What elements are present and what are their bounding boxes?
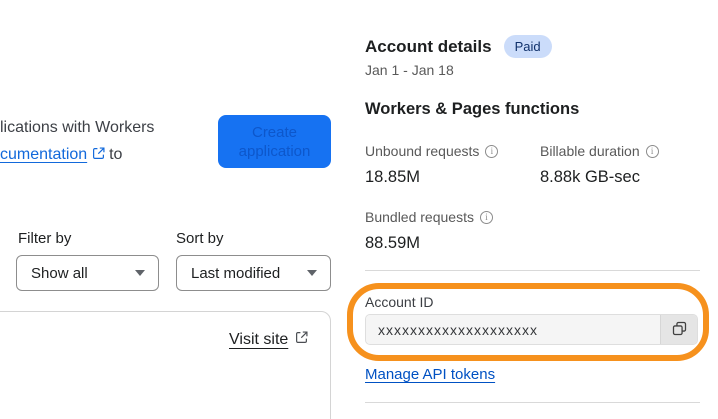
visit-site-link[interactable]: Visit site xyxy=(229,331,288,349)
copy-icon xyxy=(672,321,687,339)
billing-date-range: Jan 1 - Jan 18 xyxy=(365,62,454,78)
workers-pages-dashboard: lications with Workers cumentation to Cr… xyxy=(0,0,718,419)
divider xyxy=(365,270,700,271)
stat-value: 8.88k GB-sec xyxy=(540,168,640,186)
manage-api-tokens-link[interactable]: Manage API tokens xyxy=(365,366,495,383)
create-application-button[interactable]: Create application xyxy=(218,115,331,168)
intro-text-fragment: lications with Workers xyxy=(0,119,155,136)
stat-label: Bundled requests xyxy=(365,209,474,225)
external-link-icon xyxy=(92,142,105,169)
info-circle-icon[interactable]: i xyxy=(645,144,659,158)
sort-dropdown[interactable]: Last modified xyxy=(176,255,331,291)
filter-dropdown-value: Show all xyxy=(31,264,88,282)
account-id-group xyxy=(365,314,698,345)
intro-text: lications with Workers cumentation to xyxy=(0,114,154,169)
info-circle-icon[interactable]: i xyxy=(485,144,499,158)
filter-by-label: Filter by xyxy=(18,230,72,247)
divider xyxy=(365,402,700,403)
visit-site-row: Visit site xyxy=(229,331,308,349)
stat-label-row: Unbound requests i xyxy=(365,143,499,159)
stat-label-row: Billable duration i xyxy=(540,143,659,159)
stat-value: 18.85M xyxy=(365,168,421,186)
documentation-link[interactable]: cumentation xyxy=(0,146,87,163)
plan-badge: Paid xyxy=(503,35,552,58)
stat-value: 88.59M xyxy=(365,234,421,252)
functions-section-title: Workers & Pages functions xyxy=(365,100,580,118)
account-id-label: Account ID xyxy=(365,294,434,310)
filter-dropdown[interactable]: Show all xyxy=(16,255,159,291)
info-circle-icon[interactable]: i xyxy=(479,210,493,224)
intro-line-1: lications with Workers xyxy=(0,114,154,141)
account-details-title: Account details xyxy=(365,36,492,56)
stat-bundled-requests: Bundled requests i 88.59M xyxy=(365,209,493,253)
chevron-down-icon xyxy=(135,270,145,276)
stat-label: Billable duration xyxy=(540,143,640,159)
intro-line-2: cumentation to xyxy=(0,141,154,169)
account-details-header: Account details Paid xyxy=(365,35,552,58)
copy-button[interactable] xyxy=(660,315,697,344)
external-link-icon xyxy=(295,331,308,349)
chevron-down-icon xyxy=(307,270,317,276)
intro-text-suffix: to xyxy=(109,146,123,163)
stat-label-row: Bundled requests i xyxy=(365,209,493,225)
project-card xyxy=(0,311,331,419)
stat-billable-duration: Billable duration i 8.88k GB-sec xyxy=(540,143,659,187)
sort-dropdown-value: Last modified xyxy=(191,264,281,282)
stat-unbound-requests: Unbound requests i 18.85M xyxy=(365,143,499,187)
account-id-input[interactable] xyxy=(366,315,660,344)
sort-by-label: Sort by xyxy=(176,230,224,247)
stat-label: Unbound requests xyxy=(365,143,480,159)
